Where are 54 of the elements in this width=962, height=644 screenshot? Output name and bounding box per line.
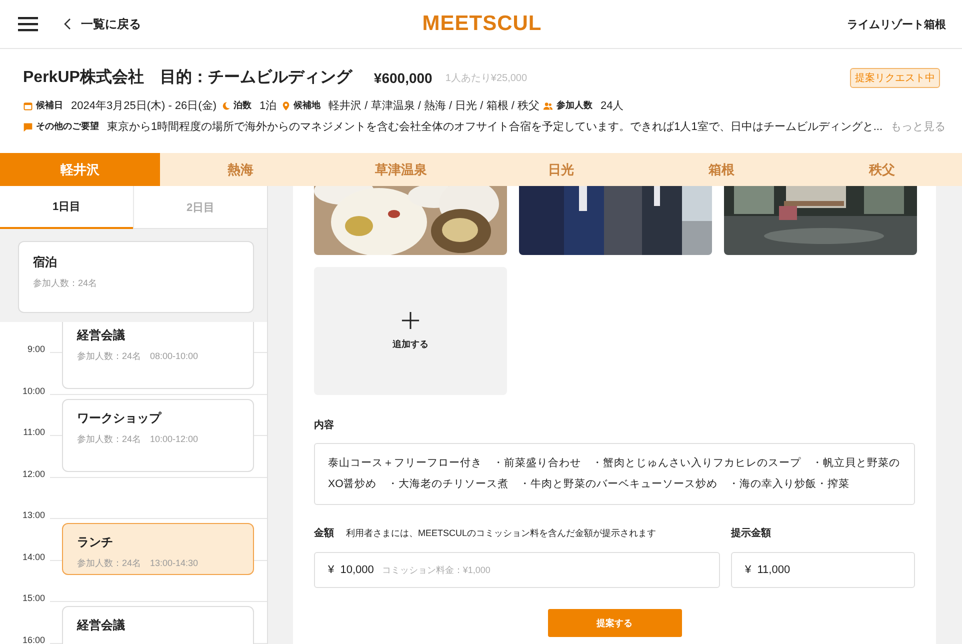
people-icon xyxy=(543,100,554,110)
meta-label: その他のご要望 xyxy=(36,120,99,133)
venue-name: ライムリゾート箱根 xyxy=(847,18,946,32)
card-detail: 参加人数：24名 08:00-10:00 xyxy=(77,350,200,362)
menu-icon[interactable] xyxy=(18,16,38,32)
amount-note: 利用者さまには、MEETSCULのコミッション料を含んだ金額が提示されます xyxy=(346,527,656,540)
card-title: 宿泊 xyxy=(33,254,58,271)
card-detail: 参加人数：24名 13:00-14:30 xyxy=(77,557,200,570)
moon-icon xyxy=(220,100,230,110)
request-notes: 東京から1時間程度の場所で海外からのマネジメントを含む会社全体のオフサイト合宿を予定しています。できれば1人1室で、日中はチームビルディングと... xyxy=(107,120,883,134)
amount-field[interactable]: ¥ 10,000 コミッション料金：¥1,000 xyxy=(314,552,720,588)
total-price: ¥600,000 xyxy=(374,70,432,86)
location-pin-icon xyxy=(280,100,291,110)
hour-label: 13:00 xyxy=(21,510,45,520)
amount-label: 金額 xyxy=(314,526,334,540)
calendar-icon xyxy=(23,100,33,110)
hour-label: 11:00 xyxy=(22,427,45,437)
event-card[interactable]: ランチ 参加人数：24名 13:00-14:30 xyxy=(62,523,254,576)
content-label: 内容 xyxy=(314,418,335,432)
meta-value: 2024年3月25日(木) - 26日(金) xyxy=(71,99,216,113)
card-detail: 参加人数：24名 10:00-12:00 xyxy=(77,432,200,446)
hour-label: 10:00 xyxy=(21,386,45,396)
card-title: ランチ xyxy=(77,534,114,551)
hour-label: 16:00 xyxy=(21,634,45,644)
hour-label: 12:00 xyxy=(21,468,45,478)
card-title: ワークショップ xyxy=(77,410,162,426)
chevron-left-icon xyxy=(64,18,72,30)
offer-amount-field[interactable]: ¥ 11,000 xyxy=(731,552,915,588)
meta-value: 24人 xyxy=(600,99,624,113)
hour-label: 14:00 xyxy=(21,552,45,562)
meta-label: 候補日 xyxy=(36,99,63,112)
per-person-price: 1人あたり¥25,000 xyxy=(445,72,528,84)
add-photo-button[interactable]: 追加する xyxy=(314,267,507,395)
card-title: 経営会議 xyxy=(77,326,126,344)
status-badge: 提案リクエスト中 xyxy=(850,68,940,88)
stay-card[interactable]: 宿泊 参加人数：24名 xyxy=(18,241,254,313)
offer-amount-label: 提示金額 xyxy=(731,526,771,540)
comment-icon xyxy=(23,122,33,132)
card-detail: 参加人数：24名 xyxy=(33,277,98,290)
meta-value: 1泊 xyxy=(260,99,277,113)
card-title: 経営会議 xyxy=(77,617,126,634)
event-card[interactable]: 経営会議 参加人数：24名 08:00-10:00 xyxy=(62,322,254,388)
meta-label: 参加人数 xyxy=(556,99,592,112)
meta-value: 軽井沢 / 草津温泉 / 熱海 / 日光 / 箱根 / 秩父 xyxy=(328,98,540,113)
request-title: PerkUP株式会社 目的：チームビルディング xyxy=(23,68,352,88)
content-field[interactable]: 泰山コース＋フリーフロー付き ・前菜盛り合わせ ・蟹肉とじゅんさい入りフカヒレのスープ ・帆立貝と野菜のXO醤炒め ・大海老のチリソース煮 ・牛肉と野菜のバーベキューソース炒め ・海の幸入り炒飯・搾菜 xyxy=(314,443,915,505)
meta-label: 候補地 xyxy=(294,99,321,112)
meta-label: 泊数 xyxy=(234,99,252,112)
event-card[interactable]: 経営会議 xyxy=(62,606,254,644)
plus-icon xyxy=(401,311,420,330)
hour-label: 15:00 xyxy=(21,593,45,603)
hour-label: 9:00 xyxy=(26,344,45,354)
back-link[interactable]: 一覧に戻る xyxy=(64,16,141,32)
event-card[interactable]: ワークショップ 参加人数：24名 10:00-12:00 xyxy=(62,398,254,472)
